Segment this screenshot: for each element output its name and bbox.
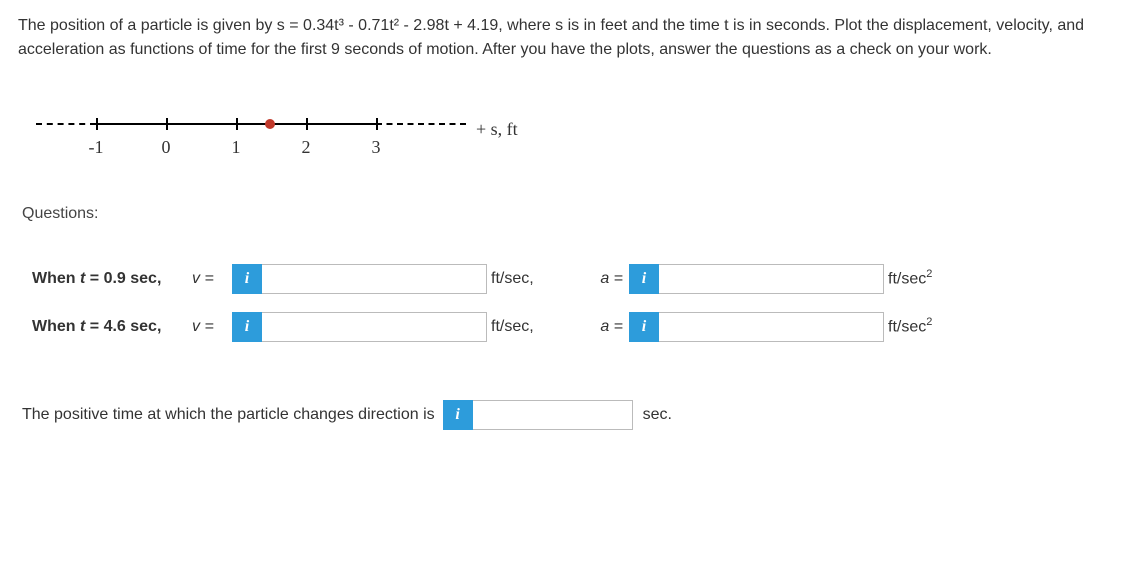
velocity-eq-label: v = bbox=[192, 267, 232, 291]
tick bbox=[376, 118, 378, 130]
direction-change-question: The positive time at which the particle … bbox=[22, 400, 1129, 430]
info-icon[interactable]: i bbox=[629, 312, 659, 342]
tick bbox=[166, 118, 168, 130]
tick bbox=[236, 118, 238, 130]
question-row-2: When t = 4.6 sec, v = i ft/sec, a = i ft… bbox=[32, 312, 1129, 342]
tick bbox=[306, 118, 308, 130]
tick-label: 2 bbox=[302, 134, 311, 161]
axis-label: + s, ft bbox=[476, 116, 518, 143]
time-label: When t = 0.9 sec, bbox=[32, 267, 192, 291]
info-icon[interactable]: i bbox=[232, 264, 262, 294]
accel-unit: ft/sec2 bbox=[884, 314, 984, 339]
tick-label: 0 bbox=[162, 134, 171, 161]
tick-label: 3 bbox=[372, 134, 381, 161]
direction-change-unit: sec. bbox=[643, 403, 672, 427]
info-icon[interactable]: i bbox=[629, 264, 659, 294]
position-marker-dot bbox=[265, 119, 275, 129]
info-icon[interactable]: i bbox=[443, 400, 473, 430]
velocity-input-2[interactable] bbox=[262, 312, 487, 342]
accel-input-2[interactable] bbox=[659, 312, 884, 342]
problem-statement: The position of a particle is given by s… bbox=[18, 14, 1129, 62]
accel-eq-label: a = bbox=[587, 267, 629, 291]
accel-input-1[interactable] bbox=[659, 264, 884, 294]
velocity-eq-label: v = bbox=[192, 315, 232, 339]
question-row-1: When t = 0.9 sec, v = i ft/sec, a = i ft… bbox=[32, 264, 1129, 294]
tick bbox=[96, 118, 98, 130]
direction-change-input[interactable] bbox=[473, 400, 633, 430]
velocity-unit: ft/sec, bbox=[487, 267, 587, 291]
accel-eq-label: a = bbox=[587, 315, 629, 339]
velocity-input-1[interactable] bbox=[262, 264, 487, 294]
axis-dashed-right bbox=[376, 123, 466, 125]
accel-unit: ft/sec2 bbox=[884, 266, 984, 291]
time-label: When t = 4.6 sec, bbox=[32, 315, 192, 339]
direction-change-text: The positive time at which the particle … bbox=[22, 403, 435, 427]
number-line-figure: -1 0 1 2 3 + s, ft bbox=[36, 112, 1129, 152]
tick-label: -1 bbox=[89, 134, 104, 161]
questions-heading: Questions: bbox=[22, 202, 1129, 226]
axis-dashed-left bbox=[36, 123, 96, 125]
velocity-unit: ft/sec, bbox=[487, 315, 587, 339]
tick-label: 1 bbox=[232, 134, 241, 161]
info-icon[interactable]: i bbox=[232, 312, 262, 342]
